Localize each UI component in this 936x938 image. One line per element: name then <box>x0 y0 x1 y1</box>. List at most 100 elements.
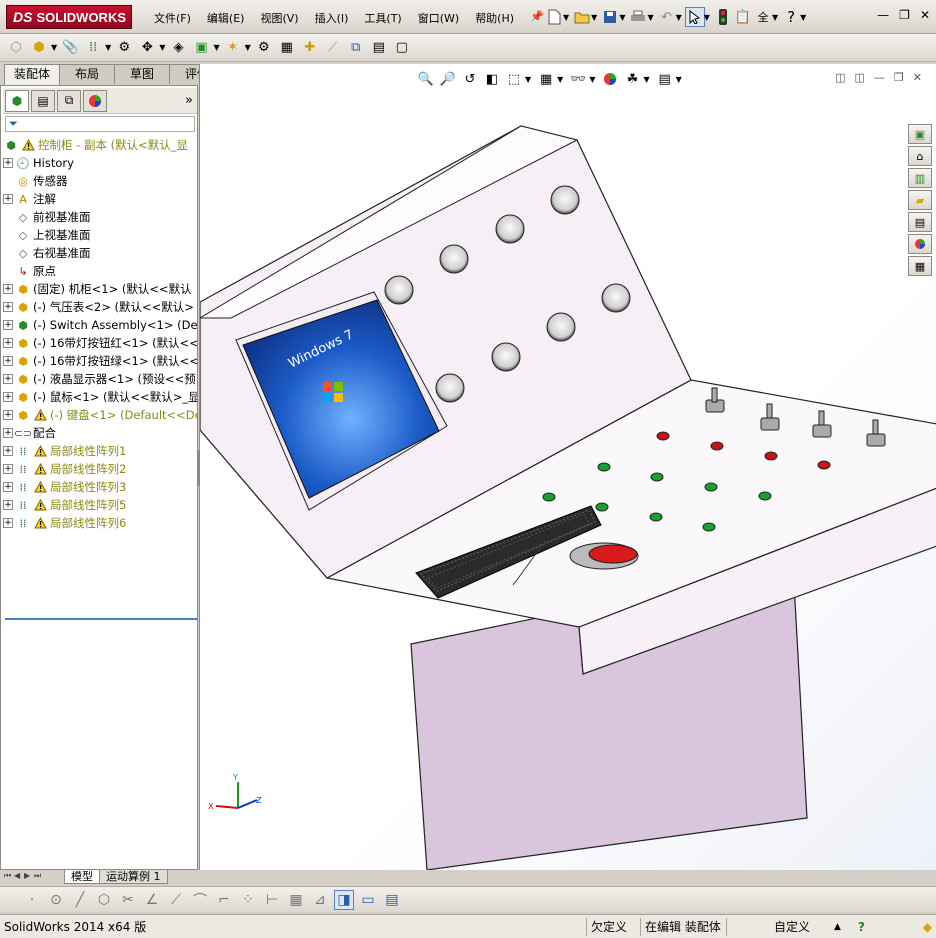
menu-view[interactable]: 视图(V) <box>252 10 306 26</box>
feature-manager-tab-icon[interactable]: ⬢ <box>5 89 29 112</box>
new-dropdown-icon[interactable]: ▼ <box>563 13 569 22</box>
configuration-manager-tab-icon[interactable]: ⧉ <box>57 89 81 112</box>
select-dropdown-icon[interactable]: ▼ <box>704 13 710 22</box>
options-dropdown-icon[interactable]: ▼ <box>772 13 778 22</box>
tree-item[interactable]: + ⁞⁞ 局部线性阵列2 <box>3 460 197 478</box>
bill-of-materials-icon[interactable]: ▦ <box>277 38 297 58</box>
help-dropdown-icon[interactable]: ▼ <box>800 13 806 22</box>
solidworks-resources-icon[interactable]: ▣ <box>908 124 932 144</box>
tree-item[interactable]: + ⬢ (-) 液晶显示器<1> (预设<<预 <box>3 370 197 388</box>
display-style-dropdown-icon[interactable]: ▼ <box>557 75 563 84</box>
view-palette-icon[interactable]: ▤ <box>908 212 932 232</box>
doc-restore-icon[interactable]: ❐ <box>894 71 904 84</box>
corner-icon[interactable]: ⌐ <box>214 890 234 910</box>
previous-view-icon[interactable]: ↺ <box>460 69 480 89</box>
tree-item[interactable]: + ⁞⁞ 局部线性阵列5 <box>3 496 197 514</box>
edit-component-icon[interactable]: ⬡ <box>6 38 26 58</box>
tree-item[interactable]: + ⬢ (-) 16带灯按钮红<1> (默认<< <box>3 334 197 352</box>
select-arrow-icon[interactable] <box>684 7 705 27</box>
reference-geometry-icon[interactable]: ✶ <box>223 38 243 58</box>
smart-fasteners-icon[interactable]: ⚙ <box>114 38 134 58</box>
display-style-icon[interactable]: ▦ <box>536 69 556 89</box>
expand-icon[interactable]: + <box>3 464 13 474</box>
spline-points-icon[interactable]: ⁘ <box>238 890 258 910</box>
tree-item[interactable]: + A 注解 <box>3 190 197 208</box>
insert-dropdown-icon[interactable]: ▼ <box>51 43 57 52</box>
first-tab-icon[interactable]: ⏮ <box>4 871 14 883</box>
tree-item[interactable]: ◎ 传感器 <box>3 172 197 190</box>
expand-icon[interactable]: + <box>3 338 13 348</box>
tree-item[interactable]: + 🕘 History <box>3 154 197 172</box>
expand-icon[interactable]: + <box>3 446 13 456</box>
menu-file[interactable]: 文件(F) <box>146 10 199 26</box>
rollback-bar[interactable] <box>5 618 197 620</box>
sketch-table-icon[interactable]: ▤ <box>382 890 402 910</box>
trim-icon[interactable]: ✂ <box>118 890 138 910</box>
tree-item[interactable]: + ⬢ (-) 气压表<2> (默认<<默认> <box>3 298 197 316</box>
section-view-icon[interactable]: ◧ <box>482 69 502 89</box>
display-manager-tab-icon[interactable] <box>83 89 107 112</box>
open-folder-icon[interactable] <box>572 7 592 27</box>
tangent-arc-icon[interactable]: ⌒ <box>190 890 210 910</box>
hide-show-dropdown-icon[interactable]: ▼ <box>589 75 595 84</box>
help-status-icon[interactable]: ? <box>854 918 888 936</box>
tree-item[interactable]: + ⁞⁞ 局部线性阵列3 <box>3 478 197 496</box>
insert-components-icon[interactable]: ⬢ <box>29 38 49 58</box>
split-left-icon[interactable]: ◫ <box>835 71 845 84</box>
view-settings-icon[interactable]: ▤ <box>655 69 675 89</box>
expand-icon[interactable]: + <box>3 302 13 312</box>
doc-close-icon[interactable]: ✕ <box>913 71 922 84</box>
instant3d-icon[interactable]: ▤ <box>369 38 389 58</box>
expand-icon[interactable]: + <box>3 320 13 330</box>
tag-icon[interactable]: ◆ <box>919 918 936 936</box>
minimize-icon[interactable]: — <box>877 8 889 22</box>
file-explorer-icon[interactable]: ▰ <box>908 190 932 210</box>
tree-item[interactable]: + ⁞⁞ 局部线性阵列6 <box>3 514 197 532</box>
grid-icon[interactable]: ▦ <box>286 890 306 910</box>
appearances-icon[interactable] <box>908 234 932 254</box>
line-icon[interactable]: ╱ <box>70 890 90 910</box>
tree-item[interactable]: ◇ 上视基准面 <box>3 226 197 244</box>
polygon-icon[interactable]: ⬡ <box>94 890 114 910</box>
move-component-icon[interactable]: ✥ <box>137 38 157 58</box>
menu-help[interactable]: 帮助(H) <box>467 10 522 26</box>
edit-appearance-icon[interactable] <box>600 69 620 89</box>
tree-item[interactable]: + ⁞⁞ 局部线性阵列1 <box>3 442 197 460</box>
expand-icon[interactable]: + <box>3 374 13 384</box>
mate-paperclip-icon[interactable]: 📎 <box>60 38 80 58</box>
tab-sketch[interactable]: 草图 <box>114 64 170 84</box>
print-icon[interactable] <box>628 7 648 27</box>
save-dropdown-icon[interactable]: ▼ <box>619 13 625 22</box>
expand-icon[interactable]: + <box>3 158 13 168</box>
orientation-dropdown-icon[interactable]: ▼ <box>525 75 531 84</box>
features-dropdown-icon[interactable]: ▼ <box>213 43 219 52</box>
apply-scene-icon[interactable]: ☘ <box>622 69 642 89</box>
scene-dropdown-icon[interactable]: ▼ <box>643 75 649 84</box>
dimension-icon[interactable]: ⊢ <box>262 890 282 910</box>
tab-layout[interactable]: 布局 <box>59 64 115 84</box>
prev-tab-icon[interactable]: ◀ <box>14 871 24 883</box>
tab-assembly[interactable]: 装配体 <box>4 64 60 86</box>
custom-properties-icon[interactable]: ▦ <box>908 256 932 276</box>
menu-window[interactable]: 窗口(W) <box>410 10 467 26</box>
graphics-area[interactable]: Windows 7 Y X Z <box>199 64 936 870</box>
help-icon[interactable]: ? <box>781 7 801 27</box>
expand-icon[interactable]: + <box>3 428 13 438</box>
centerline-icon[interactable]: ⟋ <box>166 890 186 910</box>
zoom-to-fit-icon[interactable]: 🔍 <box>416 69 436 89</box>
split-right-icon[interactable]: ◫ <box>855 71 865 84</box>
filter-icon[interactable]: ⏷ <box>9 117 18 130</box>
expand-icon[interactable]: + <box>3 194 13 204</box>
tree-item[interactable]: + ⬢ (-) 鼠标<1> (默认<<默认>_显 <box>3 388 197 406</box>
shaded-sketch-icon[interactable]: ◨ <box>334 889 354 910</box>
expand-icon[interactable]: + <box>3 482 13 492</box>
options-icon[interactable]: 全 <box>753 7 773 27</box>
tree-filter[interactable]: ⏷ <box>5 116 195 132</box>
assembly-features-icon[interactable]: ▣ <box>191 38 211 58</box>
tree-root[interactable]: ⬢ 控制柜 - 副本 (默认<默认_显 <box>3 136 197 154</box>
expand-panel-icon[interactable]: » <box>185 93 193 108</box>
tree-item[interactable]: + ⬢ (-) Switch Assembly<1> (Defau <box>3 316 197 334</box>
expand-icon[interactable]: + <box>3 410 13 420</box>
reference-dropdown-icon[interactable]: ▼ <box>245 43 251 52</box>
next-tab-icon[interactable]: ▶ <box>24 871 34 883</box>
